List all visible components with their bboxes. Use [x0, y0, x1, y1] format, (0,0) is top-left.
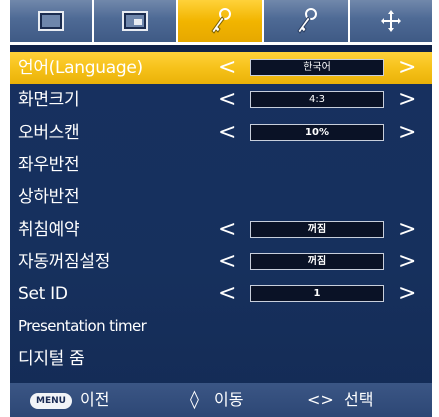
menu-item[interactable]: 디지털 줌 [10, 343, 432, 375]
menu-item-label: 화면크기 [18, 90, 80, 111]
menu-item-value: 1 [250, 285, 384, 303]
left-right-icon: <> [307, 390, 334, 409]
input-arrows-icon [381, 10, 401, 32]
menu-item-label: 언어(Language) [18, 58, 143, 78]
arrow-left-icon[interactable]: < [218, 84, 236, 116]
arrow-right-icon[interactable]: > [398, 84, 416, 116]
menu-item[interactable]: 자동꺼짐설정 < 꺼짐 > [10, 246, 432, 278]
menu-tab-bar [10, 0, 432, 42]
arrow-left-icon[interactable]: < [218, 278, 236, 310]
arrow-right-icon[interactable]: > [398, 246, 416, 278]
arrow-left-icon[interactable]: < [218, 214, 236, 246]
tab-picture[interactable] [10, 0, 94, 42]
menu-item-value: 10% [250, 123, 384, 141]
menu-item-label: 자동꺼짐설정 [18, 251, 111, 272]
footer-select-label: 선택 [344, 390, 374, 409]
arrow-left-icon[interactable]: < [218, 117, 236, 149]
menu-item-value: 한국어 [250, 59, 384, 76]
menu-item[interactable]: 상하반전 [10, 181, 432, 213]
picture-icon [38, 11, 64, 31]
menu-item-value: 4:3 [250, 91, 384, 109]
footer-move-label: 이동 [214, 390, 244, 409]
menu-item-label: 상하반전 [18, 187, 80, 208]
tab-options[interactable] [264, 0, 350, 42]
arrow-right-icon[interactable]: > [398, 214, 416, 246]
menu-item-value: 꺼짐 [250, 220, 384, 238]
menu-item-label: 오버스캔 [18, 122, 80, 143]
arrow-right-icon[interactable]: > [398, 278, 416, 310]
menu-item[interactable]: 좌우반전 [10, 149, 432, 181]
settings-key-icon [211, 7, 231, 34]
tab-input[interactable] [350, 0, 432, 42]
picture-in-picture-icon [122, 11, 148, 31]
menu-item-label: Presentation timer [18, 317, 147, 336]
menu-item-label: 취침예약 [18, 219, 80, 240]
menu-item[interactable]: 취침예약 < 꺼짐 > [10, 214, 432, 246]
footer-help-bar: MENU 이전 ◊ 이동 <> 선택 [10, 383, 432, 417]
menu-item[interactable]: 오버스캔 <10% > [10, 117, 432, 149]
menu-item-value: 꺼짐 [250, 252, 384, 270]
menu-item[interactable]: Presentation timer [10, 310, 432, 342]
arrow-left-icon[interactable]: < [218, 246, 236, 278]
arrow-right-icon[interactable]: > [398, 52, 416, 84]
menu-item-label: 디지털 줌 [18, 348, 85, 369]
up-down-icon: ◊ [190, 389, 199, 410]
menu-panel: 언어(Language) < 한국어 > 화면크기 <4:3 > 오버스캔 <10% > 좌우반전상… [10, 45, 432, 417]
options-key-icon [297, 7, 317, 34]
menu-item[interactable]: Set ID <1 > [10, 278, 432, 310]
menu-key-icon: MENU [30, 393, 72, 409]
menu-item[interactable]: 언어(Language) < 한국어 > [10, 52, 432, 84]
tab-settings[interactable] [178, 0, 264, 42]
arrow-right-icon[interactable]: > [398, 117, 416, 149]
menu-item-label: 좌우반전 [18, 154, 80, 175]
menu-item-label: Set ID [18, 284, 68, 305]
footer-back-label: 이전 [80, 390, 110, 409]
arrow-left-icon[interactable]: < [218, 52, 236, 84]
tab-pip[interactable] [94, 0, 178, 42]
menu-item[interactable]: 화면크기 <4:3 > [10, 84, 432, 116]
osd-menu: 언어(Language) < 한국어 > 화면크기 <4:3 > 오버스캔 <10% > 좌우반전상… [0, 0, 439, 417]
